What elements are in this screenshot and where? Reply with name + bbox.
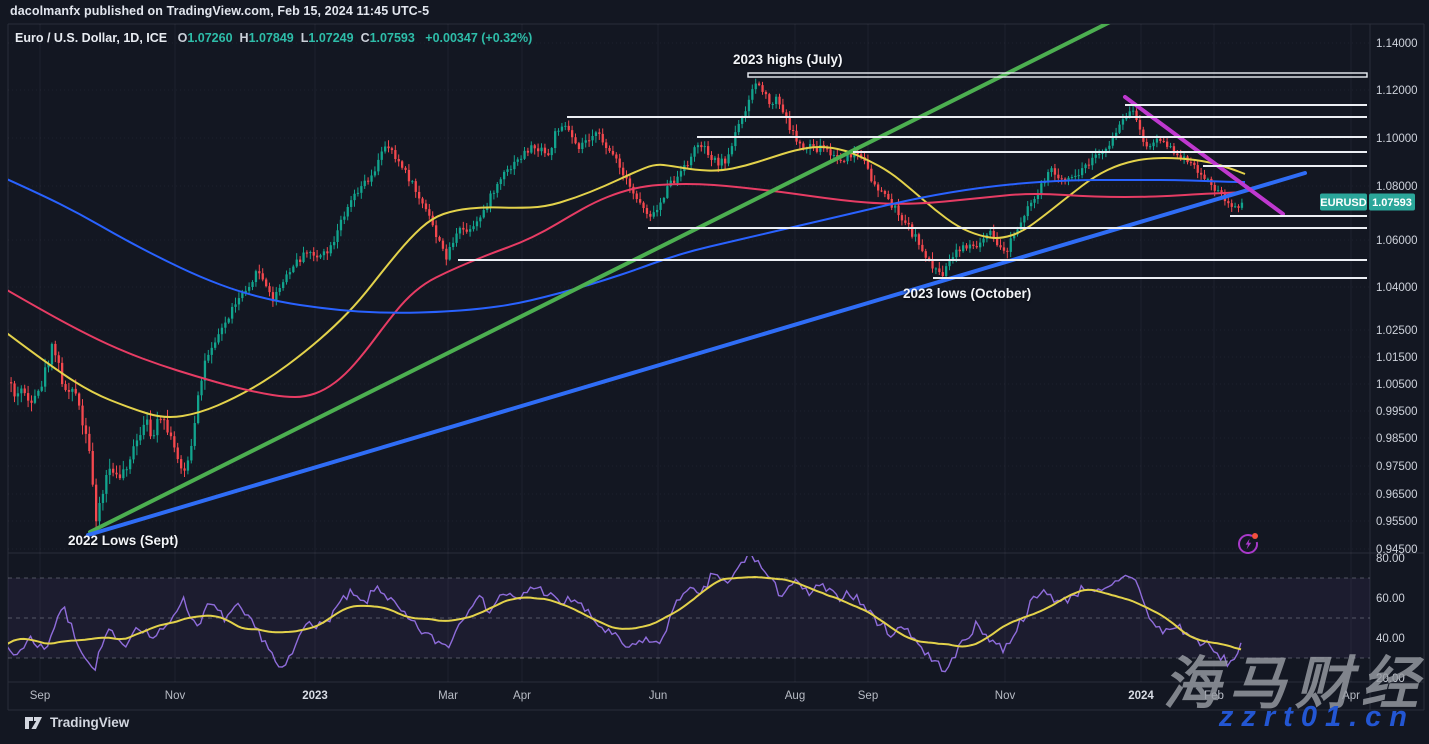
price-axis-label: 1.00500 [1376,379,1418,391]
price-axis-label: 1.14000 [1376,38,1418,50]
chart-stage: 1.14000 1.12000 1.10000 1.08000 1.06000 1.040… [0,0,1429,739]
price-axis-label: 1.06000 [1376,235,1418,247]
tradingview-logo-text: TradingView [50,715,129,730]
price-axis-label: 0.97500 [1376,461,1418,473]
annotation-2023-lows[interactable]: 2023 lows (October) [903,286,1031,301]
price-axis-label: 0.99500 [1376,406,1418,418]
price-tag-value: 1.07593 [1372,197,1412,209]
flash-reaction-button[interactable] [1235,530,1261,556]
symbol-description: Euro / U.S. Dollar, 1D, ICE [15,31,167,45]
time-axis[interactable]: SepNov2023MarAprJunAugSepNov2024FebApr [30,690,1360,702]
time-axis-label: Sep [858,690,878,702]
change-value: +0.00347 (+0.32%) [425,31,532,45]
price-axis-label: 0.95500 [1376,516,1418,528]
ohlc-label-h: H [240,31,249,45]
ohlc-value-l: 1.07249 [308,31,353,45]
price-axis-label: 1.08000 [1376,181,1418,193]
annotation-2023-highs[interactable]: 2023 highs (July) [733,52,843,67]
price-axis[interactable]: 1.14000 1.12000 1.10000 1.08000 1.06000 1.040… [1376,38,1418,685]
ohlc-label-o: O [178,31,188,45]
rsi-axis-label: 80.00 [1376,553,1405,565]
time-axis-label: Aug [785,690,805,702]
price-axis-label: 1.10000 [1376,133,1418,145]
time-axis-label: Nov [995,690,1016,702]
price-axis-label: 1.12000 [1376,85,1418,97]
ohlc-label-c: C [361,31,370,45]
tradingview-mark-icon [24,713,43,732]
watermark-url: zzrt01.cn [1219,701,1415,734]
candlestick-series [10,79,1243,531]
time-axis-label: Sep [30,690,50,702]
time-axis-label: 2024 [1128,690,1154,702]
tradingview-logo[interactable]: TradingView [24,713,129,732]
time-axis-label: Nov [165,690,186,702]
ma-mid-red [0,184,1245,397]
price-axis-label: 0.98500 [1376,433,1418,445]
price-axis-label: 1.02500 [1376,325,1418,337]
attribution-text: dacolmanfx published on TradingView.com,… [10,4,429,18]
ohlc-value-o: 1.07260 [187,31,232,45]
level-zone-2023-highs[interactable] [748,73,1367,77]
ohlc-value-h: 1.07849 [249,31,294,45]
price-axis-label: 1.01500 [1376,352,1418,364]
price-chart-canvas[interactable]: 1.14000 1.12000 1.10000 1.08000 1.06000 1.040… [0,0,1429,739]
lightning-circle-icon [1235,530,1261,556]
current-price-tag: EURUSD 1.07593 [1320,194,1415,211]
annotation-2022-lows[interactable]: 2022 Lows (Sept) [68,533,178,548]
price-axis-label: 1.04000 [1376,282,1418,294]
price-tag-symbol: EURUSD [1320,197,1367,209]
time-axis-label: Jun [649,690,668,702]
rsi-axis-label: 60.00 [1376,593,1405,605]
ohlc-values: O1.07260H1.07849L1.07249C1.07593 [171,31,415,45]
time-axis-label: Apr [513,690,531,702]
ohlc-value-c: 1.07593 [370,31,415,45]
price-axis-label: 0.96500 [1376,489,1418,501]
time-axis-label: Mar [438,690,458,702]
time-axis-label: 2023 [302,690,328,702]
symbol-info-row[interactable]: Euro / U.S. Dollar, 1D, ICE O1.07260H1.0… [15,31,532,45]
